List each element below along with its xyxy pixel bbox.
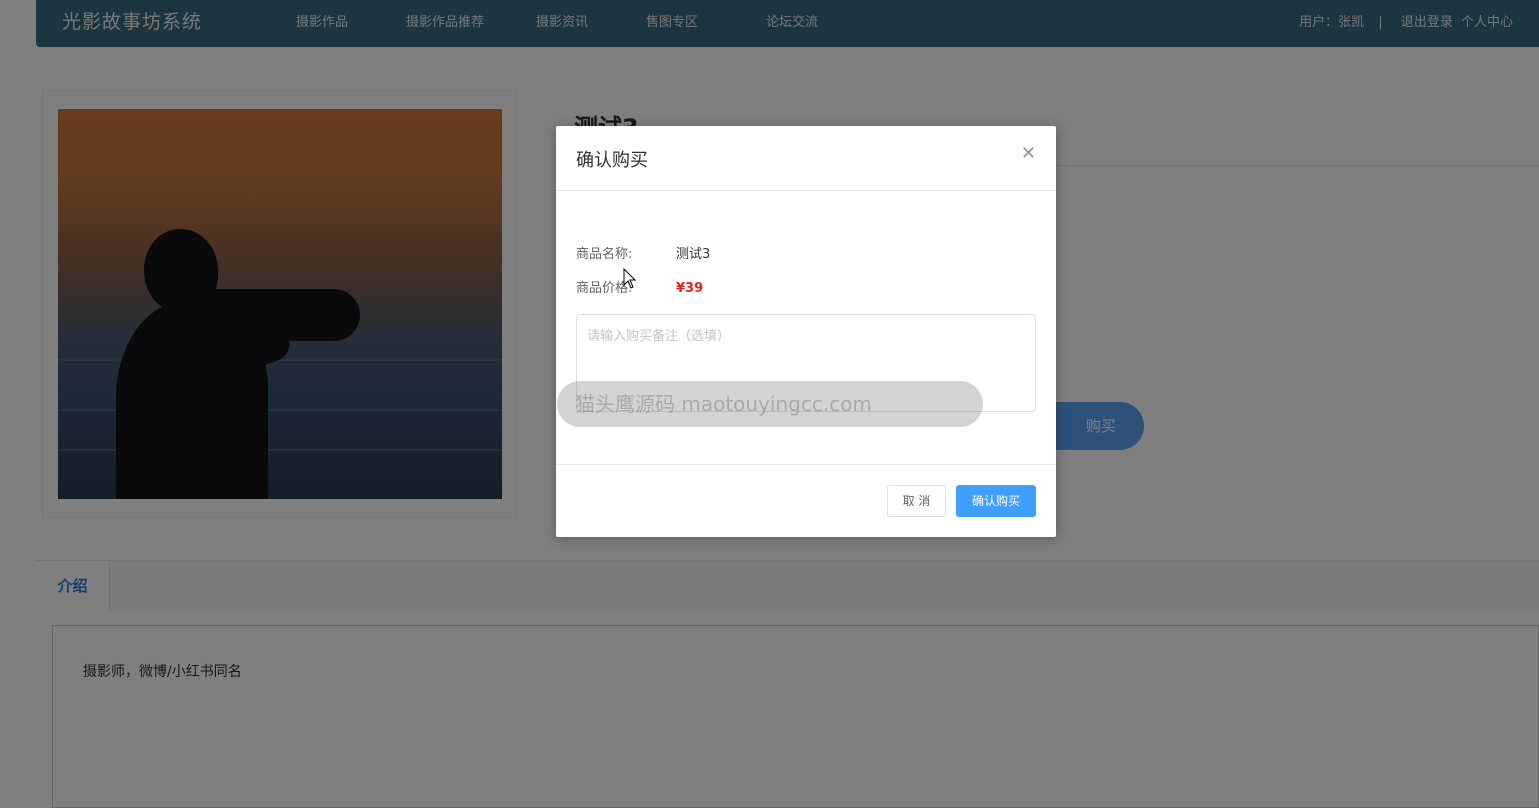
dialog-header: 确认购买 ✕ [556,126,1056,191]
confirm-purchase-button[interactable]: 确认购买 [956,485,1036,517]
product-price-row: 商品价格: ¥39 [576,277,703,296]
product-name-label: 商品名称: [576,247,633,262]
close-icon[interactable]: ✕ [1021,144,1036,164]
cancel-button[interactable]: 取 消 [887,485,946,517]
watermark: 猫头鹰源码 maotouyingcc.com [557,381,983,427]
dialog-title: 确认购买 [576,150,648,171]
product-name-value: 测试3 [676,247,711,262]
page: 光影故事坊系统 摄影作品 摄影作品推荐 摄影资讯 售图专区 论坛交流 用户：张凯… [0,0,1539,808]
confirm-purchase-dialog: 确认购买 ✕ 商品名称: 测试3 商品价格:¥39 取 消 确认购买 [556,126,1056,537]
product-name-row: 商品名称: 测试3 [576,243,710,262]
product-price-value: ¥39 [676,281,704,296]
footer-divider [556,464,1056,465]
mouse-cursor-icon [623,268,637,289]
